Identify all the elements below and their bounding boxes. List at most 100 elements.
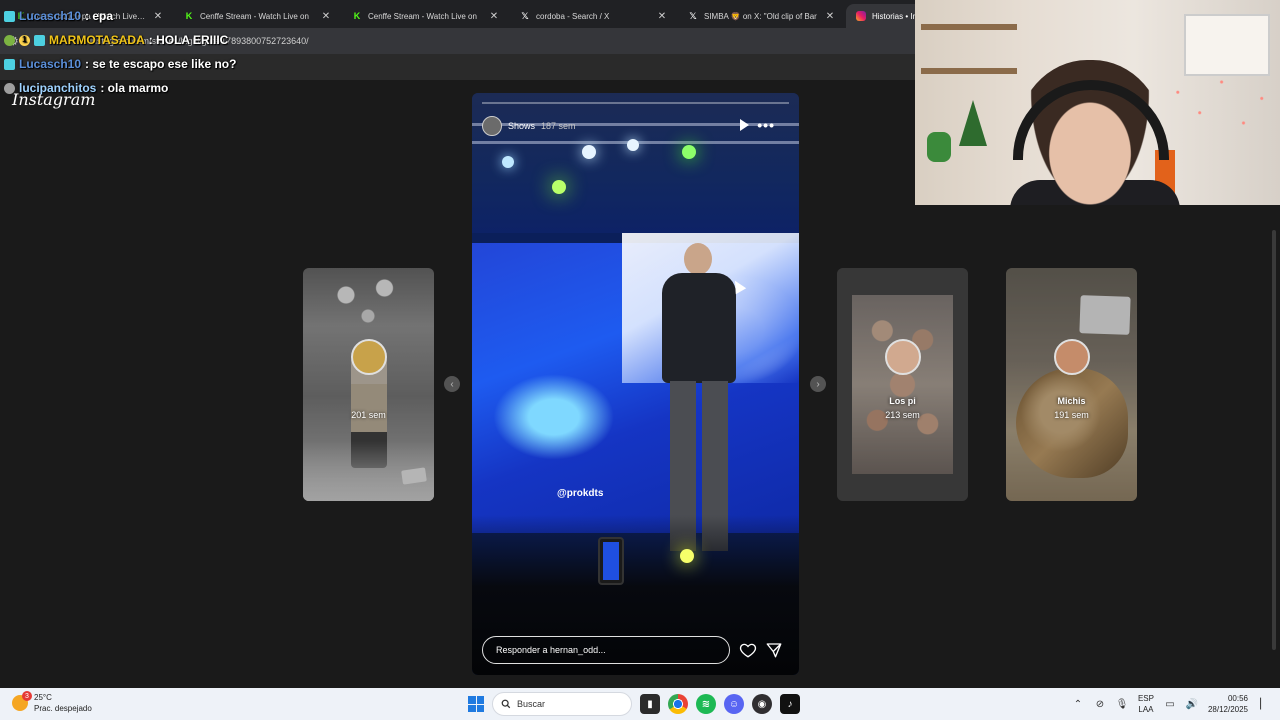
play-icon[interactable] xyxy=(740,119,749,131)
instagram-icon xyxy=(856,11,866,21)
spotify-icon[interactable]: ≋ xyxy=(696,694,716,714)
taskbar-search[interactable]: Buscar xyxy=(492,692,632,716)
file-explorer-icon[interactable]: ▮ xyxy=(640,694,660,714)
tab-title: cordoba - Search / X xyxy=(536,11,610,21)
chat-username: Lucasch10 xyxy=(19,57,82,71)
clock-date: 28/12/2025 xyxy=(1207,705,1248,714)
story-dim-overlay xyxy=(1006,268,1137,501)
stream-chat-overlay: Lucasch10 : epa 1 MARMOTASADA : HOLA ERI… xyxy=(4,4,236,100)
story-preview-los-pi[interactable]: Los pi 213 sem xyxy=(837,268,968,501)
search-icon xyxy=(501,699,511,709)
send-icon[interactable] xyxy=(765,641,783,659)
weather-icon: 3 xyxy=(12,691,32,711)
moderator-badge-icon xyxy=(4,34,15,46)
microphone-icon[interactable]: 🎙 xyxy=(1116,698,1129,710)
tab-title: Cenffe Stream - Watch Live on xyxy=(368,11,477,21)
notifications-off-icon[interactable]: ⊘ xyxy=(1094,698,1106,710)
close-tab-icon[interactable]: ✕ xyxy=(320,11,332,22)
more-options-icon[interactable]: ••• xyxy=(757,117,775,133)
weather-condition: Prac. despejado xyxy=(34,704,92,713)
subscriber-badge-icon xyxy=(4,10,15,22)
story-preview-michis[interactable]: Michis 191 sem xyxy=(1006,268,1137,501)
language-secondary: LAA xyxy=(1138,705,1154,714)
chevron-up-icon[interactable]: ⌃ xyxy=(1072,698,1084,710)
x-icon: 𝕏 xyxy=(521,10,529,21)
shelf xyxy=(921,24,1017,30)
verified-badge-icon xyxy=(4,82,15,94)
reply-input[interactable]: Responder a hernan_odd... xyxy=(482,636,730,664)
show-desktop-icon[interactable]: ▏ xyxy=(1258,698,1270,710)
plush-toy xyxy=(927,132,951,162)
chat-text: : epa xyxy=(85,9,114,23)
story-name: Michis xyxy=(1057,396,1086,406)
notification-badge: 3 xyxy=(22,691,32,701)
tab-x-simba[interactable]: 𝕏 SIMBA 🦁 on X: "Old clip of Bar ✕ xyxy=(678,4,846,28)
story-age: 213 sem xyxy=(885,410,920,420)
stage-light xyxy=(682,145,696,159)
story-dim-overlay xyxy=(837,268,968,501)
previous-story-arrow-icon[interactable]: ‹ xyxy=(444,376,460,392)
chat-message: 1 MARMOTASADA : HOLA ERIIIC xyxy=(4,28,236,52)
weather-temp: 25°C xyxy=(34,693,52,702)
mention-sticker[interactable]: @prokdts xyxy=(557,488,603,499)
chat-text: : se te escapo ese like no? xyxy=(85,57,237,71)
stage-light xyxy=(627,139,639,151)
story-age: 201 sem xyxy=(351,410,386,420)
obs-icon[interactable]: ◉ xyxy=(752,694,772,714)
taskbar: 3 25°C Prac. despejado Buscar ▮ ≋ ☺ ◉ ♪ … xyxy=(0,688,1280,720)
story-name: Los pi xyxy=(889,396,916,406)
chrome-icon[interactable] xyxy=(668,694,688,714)
performer-torso xyxy=(662,273,736,383)
weather-text: 25°C Prac. despejado xyxy=(34,692,92,714)
story-avatar xyxy=(1053,338,1090,375)
main-story[interactable]: Shows 187 sem ••• @prokdts Responder a h… xyxy=(472,93,799,675)
performer-head xyxy=(684,243,712,275)
stage-light xyxy=(680,549,694,563)
weather-widget[interactable]: 3 25°C Prac. despejado xyxy=(12,691,92,714)
gift-badge-icon: 1 xyxy=(19,34,30,46)
clock[interactable]: 00:56 28/12/2025 xyxy=(1208,693,1248,715)
shelf xyxy=(921,68,1017,74)
screen: K Lucasch10 : epa - Watch Live on ✕ K Ce… xyxy=(0,0,1280,720)
taskbar-apps: Buscar ▮ ≋ ☺ ◉ ♪ xyxy=(468,692,800,716)
tiktok-icon[interactable]: ♪ xyxy=(780,694,800,714)
discord-icon[interactable]: ☺ xyxy=(724,694,744,714)
close-tab-icon[interactable]: ✕ xyxy=(488,11,500,22)
story-age: 191 sem xyxy=(1054,410,1089,420)
subscriber-badge-icon xyxy=(4,58,15,70)
story-preview-previous[interactable]: 201 sem xyxy=(303,268,434,501)
close-tab-icon[interactable]: ✕ xyxy=(824,11,836,22)
chat-username: lucipanchitos xyxy=(19,81,97,95)
scrollbar-thumb[interactable] xyxy=(1272,230,1276,650)
tab-x-search[interactable]: 𝕏 cordoba - Search / X ✕ xyxy=(510,4,678,28)
story-avatar[interactable] xyxy=(482,116,502,136)
language-primary: ESP xyxy=(1137,694,1154,703)
volume-icon[interactable]: 🔊 xyxy=(1186,698,1198,710)
chat-username: MARMOTASADA xyxy=(49,33,145,47)
story-header: Shows 187 sem ••• xyxy=(482,115,789,137)
chat-text: : HOLA ERIIIC xyxy=(148,33,229,47)
search-placeholder: Buscar xyxy=(517,699,546,709)
network-icon[interactable]: ▭ xyxy=(1164,698,1176,710)
language-indicator[interactable]: ESP LAA xyxy=(1138,693,1154,715)
chat-message: Lucasch10 : epa xyxy=(4,4,236,28)
close-tab-icon[interactable]: ✕ xyxy=(656,11,668,22)
heart-icon[interactable] xyxy=(739,641,757,659)
tab-kick-cenffe-2[interactable]: K Cenffe Stream - Watch Live on ✕ xyxy=(342,4,510,28)
story-username[interactable]: Shows xyxy=(508,121,535,131)
story-dim-overlay xyxy=(303,268,434,501)
stage-light xyxy=(552,180,566,194)
chat-username: Lucasch10 xyxy=(19,9,82,23)
story-avatar xyxy=(350,338,387,375)
story-progress-bar xyxy=(482,102,789,104)
webcam-overlay xyxy=(915,0,1280,205)
system-tray: ⌃ ⊘ 🎙 ESP LAA ▭ 🔊 00:56 28/12/2025 ▏ xyxy=(1072,692,1270,716)
next-story-arrow-icon[interactable]: › xyxy=(810,376,826,392)
scrollbar[interactable] xyxy=(1270,210,1278,686)
windows-start-icon[interactable] xyxy=(468,696,484,712)
x-icon: 𝕏 xyxy=(689,10,697,21)
crowd-phone xyxy=(598,537,624,585)
story-age: 187 sem xyxy=(541,121,576,131)
christmas-tree xyxy=(959,100,987,146)
stage-light xyxy=(582,145,596,159)
